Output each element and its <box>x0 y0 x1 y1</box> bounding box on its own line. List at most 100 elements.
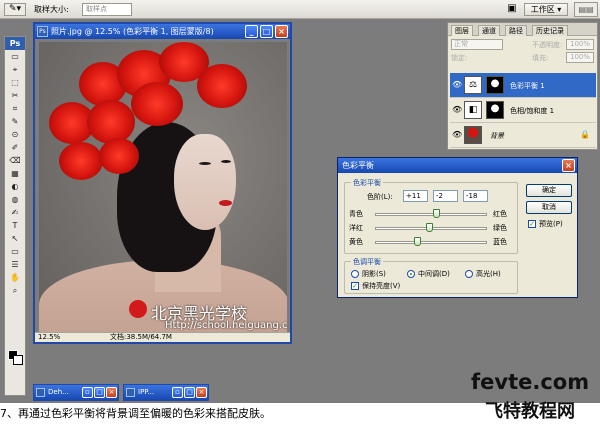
fill-input[interactable]: 100% <box>566 52 594 63</box>
shadows-radio[interactable] <box>351 270 359 278</box>
slider-right-label: 红色 <box>493 210 507 218</box>
ps-app-icon <box>36 388 45 397</box>
layer-name: 背景 <box>490 132 504 140</box>
flower <box>87 100 135 144</box>
preview-checkbox[interactable]: ✓ <box>528 220 536 228</box>
move-tool-icon[interactable]: ⌖ <box>5 63 25 76</box>
blend-mode-select[interactable]: 正常 <box>451 39 503 50</box>
layer-name: 色彩平衡 1 <box>510 82 545 90</box>
zoom-level[interactable]: 12.5% <box>38 333 60 342</box>
minimized-title: Deh... <box>48 388 69 396</box>
levels-yellow-blue-input[interactable]: -18 <box>463 190 488 202</box>
sample-size-label: 取样大小: <box>34 5 69 14</box>
maximize-button[interactable]: □ <box>184 387 195 398</box>
hand-tool-icon[interactable]: ✋ <box>5 271 25 284</box>
layer-mask-thumbnail[interactable] <box>486 101 504 119</box>
layer-row[interactable]: 👁 ⚖ 色彩平衡 1 <box>450 73 596 98</box>
blur-tool-icon[interactable]: ◐ <box>5 180 25 193</box>
eye-icon[interactable]: 👁 <box>452 80 462 89</box>
notes-tool-icon[interactable]: ☰ <box>5 258 25 271</box>
path-select-icon[interactable]: ↖ <box>5 232 25 245</box>
slice-tool-icon[interactable]: ⌗ <box>5 102 25 115</box>
flower <box>59 142 103 180</box>
cancel-button[interactable]: 取消 <box>526 201 572 214</box>
type-tool-icon[interactable]: T <box>5 219 25 232</box>
magenta-green-slider-thumb[interactable] <box>426 223 433 232</box>
close-button[interactable]: × <box>106 387 117 398</box>
photo-lips <box>219 200 232 206</box>
eraser-tool-icon[interactable]: ⌫ <box>5 154 25 167</box>
eyedropper-icon[interactable]: ✎▾ <box>4 3 26 16</box>
eye-icon[interactable]: 👁 <box>452 130 462 139</box>
color-balance-icon: ⚖ <box>464 76 482 94</box>
minimized-document[interactable]: IPP... ▫ □ × <box>123 384 209 401</box>
tab-layers[interactable]: 图层 <box>451 25 473 36</box>
minimized-title: IPP... <box>138 388 155 396</box>
cyan-red-slider-thumb[interactable] <box>433 209 440 218</box>
lasso-tool-icon[interactable]: ⬚ <box>5 76 25 89</box>
workspace-button[interactable]: 工作区 ▾ <box>524 3 568 16</box>
shape-tool-icon[interactable]: ▭ <box>5 245 25 258</box>
highlights-radio[interactable] <box>465 270 473 278</box>
palette-well[interactable]: ▤▤ <box>574 2 598 17</box>
opacity-input[interactable]: 100% <box>566 39 594 50</box>
pen-tool-icon[interactable]: ✍ <box>5 206 25 219</box>
ok-button[interactable]: 确定 <box>526 184 572 197</box>
document-statusbar: 12.5% 文档:38.5M/64.7M <box>35 332 290 342</box>
minimize-button[interactable]: _ <box>245 25 258 38</box>
maximize-button[interactable]: □ <box>94 387 105 398</box>
site-logo-en: fevte.com <box>471 370 590 394</box>
yellow-blue-slider-thumb[interactable] <box>414 237 421 246</box>
levels-cyan-red-input[interactable]: +11 <box>403 190 428 202</box>
minimized-document[interactable]: Deh... ▫ □ × <box>33 384 119 401</box>
tab-history[interactable]: 历史记录 <box>532 25 568 36</box>
dodge-tool-icon[interactable]: ◍ <box>5 193 25 206</box>
eye-icon[interactable]: 👁 <box>452 105 462 114</box>
midtones-label: 中间调(D) <box>418 270 450 278</box>
restore-button[interactable]: ▫ <box>82 387 93 398</box>
slider-left-label: 黄色 <box>349 238 363 246</box>
maximize-button[interactable]: □ <box>260 25 273 38</box>
midtones-radio[interactable] <box>407 270 415 278</box>
document-title: 照片.jpg @ 12.5% (色彩平衡 1, 图层蒙版/8) <box>51 27 214 36</box>
slider-left-label: 青色 <box>349 210 363 218</box>
gradient-tool-icon[interactable]: ▦ <box>5 167 25 180</box>
sample-size-select[interactable]: 取样点 <box>82 3 132 16</box>
marquee-tool-icon[interactable]: ▭ <box>5 50 25 63</box>
dialog-close-button[interactable]: × <box>562 159 575 172</box>
tone-balance-group: 色调平衡 阴影(S) 中间调(D) 高光(H) ✓ 保持亮度(V) <box>344 257 518 294</box>
cyan-red-slider-track[interactable] <box>375 213 487 216</box>
close-button[interactable]: × <box>275 25 288 38</box>
close-button[interactable]: × <box>196 387 207 398</box>
layer-row[interactable]: 👁 背景 🔒 <box>450 123 596 148</box>
layer-row[interactable]: 👁 ◧ 色相/饱和度 1 <box>450 98 596 123</box>
preserve-luminosity-checkbox[interactable]: ✓ <box>351 282 359 290</box>
background-color-swatch[interactable] <box>13 355 23 365</box>
document-window: Ps 照片.jpg @ 12.5% (色彩平衡 1, 图层蒙版/8) _ □ × <box>33 22 292 344</box>
zoom-tool-icon[interactable]: ⌕ <box>5 284 25 297</box>
flower <box>99 138 139 174</box>
photo-eye <box>199 162 211 165</box>
photo-face <box>174 134 236 230</box>
stamp-tool-icon[interactable]: ⊙ <box>5 128 25 141</box>
yellow-blue-slider-track[interactable] <box>375 241 487 244</box>
color-balance-group: 色彩平衡 色阶(L): +11 -2 -18 青色 红色 洋红 绿色 黄色 蓝色 <box>344 178 518 254</box>
tutorial-caption: 7、再通过色彩平衡将背景调至偏暖的色彩来搭配皮肤。 <box>0 407 271 420</box>
site-logo: fevte.com 飞特教程网 <box>471 370 595 426</box>
restore-button[interactable]: ▫ <box>172 387 183 398</box>
levels-magenta-green-input[interactable]: -2 <box>433 190 458 202</box>
brush-tool-icon[interactable]: ✎ <box>5 115 25 128</box>
crop-tool-icon[interactable]: ✂ <box>5 89 25 102</box>
toolbox: Ps ▭ ⌖ ⬚ ✂ ⌗ ✎ ⊙ ✐ ⌫ ▦ ◐ ◍ ✍ T ↖ ▭ ☰ ✋ ⌕ <box>4 36 26 396</box>
history-brush-icon[interactable]: ✐ <box>5 141 25 154</box>
layers-panel: 图层 通道 路径 历史记录 正常 不透明度: 100% 锁定: 填充: 100%… <box>447 22 598 150</box>
color-balance-dialog: 色彩平衡 × 色彩平衡 色阶(L): +11 -2 -18 青色 红色 洋红 绿… <box>337 157 578 298</box>
tab-paths[interactable]: 路径 <box>505 25 527 36</box>
tab-channels[interactable]: 通道 <box>478 25 500 36</box>
ps-logo: Ps <box>5 37 25 50</box>
bridge-icon[interactable]: ▣ <box>505 3 519 15</box>
layer-mask-thumbnail[interactable] <box>486 76 504 94</box>
layer-name: 色相/饱和度 1 <box>510 107 555 115</box>
dialog-titlebar[interactable]: 色彩平衡 <box>338 158 577 173</box>
document-canvas[interactable]: 北京黑光学校 Http://school.heiguang.com <box>39 42 287 333</box>
